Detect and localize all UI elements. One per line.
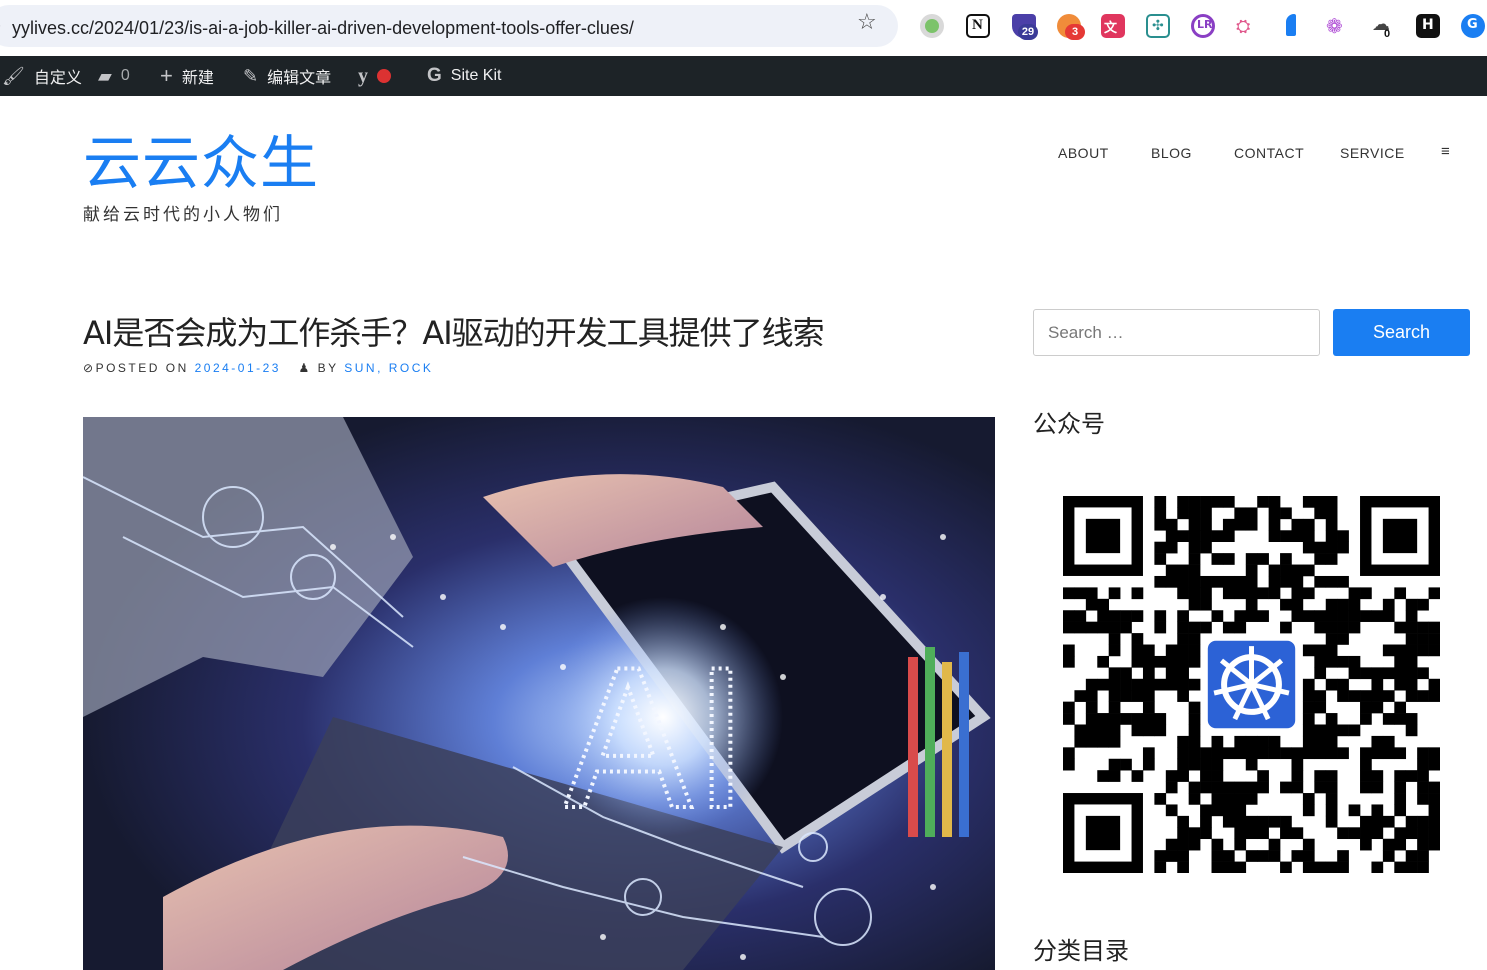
search-input[interactable]: Search … [1033, 309, 1320, 356]
ext-dark-icon[interactable]: H [1416, 14, 1440, 38]
new-link[interactable]: + 新建 [160, 56, 214, 96]
nav-contact[interactable]: CONTACT [1234, 145, 1304, 161]
url-text[interactable]: yylives.cc/2024/01/23/is-ai-a-job-killer… [12, 18, 634, 39]
site-title[interactable]: 云云众生 [83, 128, 319, 198]
openai-icon[interactable]: ❁ [1325, 14, 1349, 38]
ext-purple-circle-icon[interactable]: LR [1191, 14, 1215, 38]
customize-label: 自定义 [33, 70, 82, 87]
ext-pink-icon[interactable]: ⛭ [1235, 14, 1259, 38]
widget-title-categories: 分类目录 [1033, 937, 1129, 965]
new-label: 新建 [181, 70, 214, 87]
posted-on-label: POSTED ON [95, 361, 189, 375]
google-g-icon: G [427, 65, 442, 86]
widget-title-official-account: 公众号 [1033, 410, 1105, 438]
nav-blog[interactable]: BLOG [1151, 145, 1192, 161]
post-meta: ⊘POSTED ON 2024-01-23 ♟ BY SUN, ROCK [83, 361, 433, 375]
paintbrush-icon: 🖌 [2, 65, 25, 86]
sitekit-link[interactable]: G Site Kit [427, 56, 501, 96]
search-button[interactable]: Search [1333, 309, 1470, 356]
ext-orange-cloud-icon[interactable]: 3 [1057, 14, 1085, 40]
ext-teal-icon[interactable]: ✣ [1146, 14, 1170, 38]
nav-service[interactable]: SERVICE [1340, 145, 1405, 161]
site-info-icon[interactable]: ⊶ [0, 19, 1, 34]
address-bar[interactable]: ⊶ yylives.cc/2024/01/23/is-ai-a-job-kill… [0, 5, 898, 47]
nav-about[interactable]: ABOUT [1058, 145, 1109, 161]
ext-green-dot-icon[interactable] [920, 14, 944, 38]
comment-icon: ▰ [98, 65, 112, 86]
ext-cloud-icon[interactable]: ☁ 0 [1371, 14, 1395, 40]
yoast-icon: y [358, 64, 368, 87]
pencil-icon: ✎ [243, 65, 259, 86]
plus-icon: + [160, 63, 173, 88]
wp-admin-bar: 🖌 自定义 ▰ 0 + 新建 ✎ 编辑文章 y G Site Kit [0, 56, 1487, 96]
ext-purple-hat-icon[interactable]: 29 [1012, 14, 1038, 40]
comments-count: 0 [120, 67, 130, 84]
by-label: BY [317, 361, 339, 375]
ext-translate-icon[interactable]: 文 [1101, 14, 1125, 38]
site-tagline: 献给云时代的小人物们 [83, 205, 283, 225]
bookmark-star-icon[interactable]: ☆ [857, 12, 877, 34]
featured-image: AI [83, 417, 995, 970]
sitekit-label: Site Kit [450, 67, 502, 84]
qr-code-image [1063, 496, 1441, 874]
yoast-link[interactable]: y [358, 56, 391, 96]
ext-blue-flag-icon[interactable] [1280, 14, 1304, 38]
post-title: AI是否会成为工作杀手？AI驱动的开发工具提供了线索 [83, 314, 825, 352]
seo-status-dot [377, 69, 391, 83]
comments-link[interactable]: ▰ 0 [98, 56, 130, 96]
ext-blue-circle-icon[interactable]: G [1461, 14, 1485, 38]
author-link[interactable]: SUN, ROCK [344, 361, 433, 375]
hero-ai-text: AI [563, 631, 749, 852]
menu-toggle-icon[interactable]: ≡ [1441, 143, 1450, 160]
browser-toolbar: ⊶ yylives.cc/2024/01/23/is-ai-a-job-kill… [0, 0, 1487, 56]
notion-icon[interactable]: N [966, 14, 990, 38]
customize-link[interactable]: 🖌 自定义 [2, 56, 82, 96]
link-icon: ⊘ [83, 361, 96, 375]
post-date-link[interactable]: 2024-01-23 [195, 361, 281, 375]
edit-post-label: 编辑文章 [267, 70, 332, 87]
author-icon: ♟ [298, 361, 312, 375]
edit-post-link[interactable]: ✎ 编辑文章 [243, 56, 331, 96]
